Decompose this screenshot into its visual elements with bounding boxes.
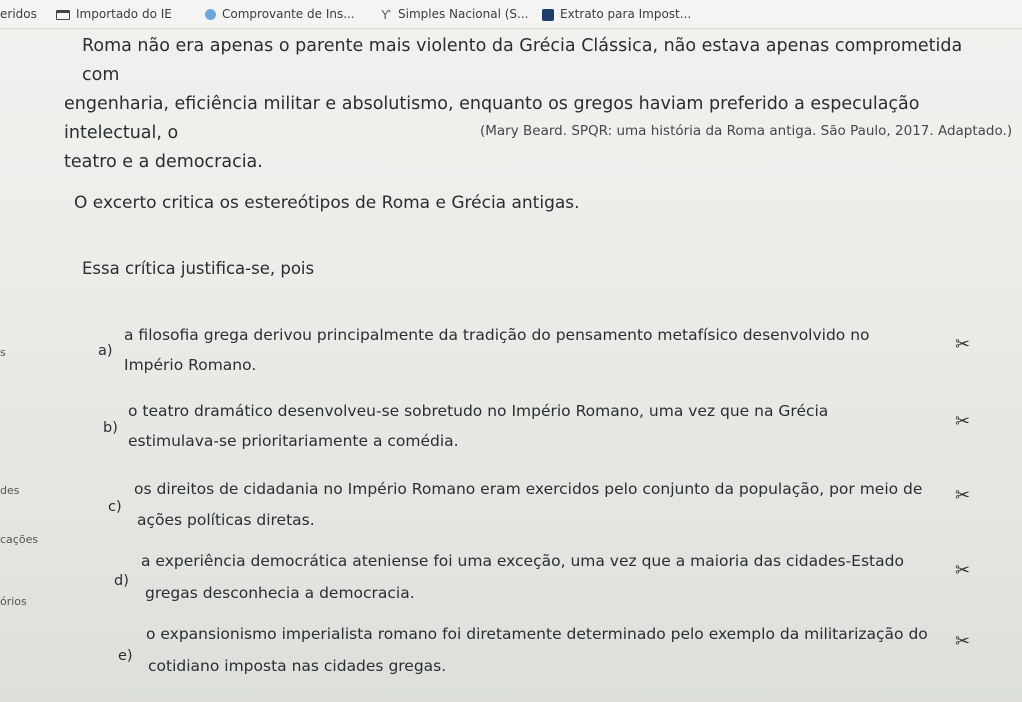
bookmark-label: Simples Nacional (S... <box>398 7 529 21</box>
option-text-line: a experiência democrática ateniense foi … <box>141 552 904 570</box>
answer-option-a[interactable]: a) a filosofia grega derivou principalme… <box>98 320 978 382</box>
fork-icon: Ƴ <box>381 7 391 22</box>
eliminate-option-d-scissors-icon[interactable]: ✂ <box>955 560 970 581</box>
option-letter: e) <box>118 648 133 664</box>
passage-line: teatro e a democracia. <box>64 152 263 172</box>
option-text-line: o teatro dramático desenvolveu-se sobret… <box>128 402 829 420</box>
bookmark-icon <box>542 8 554 21</box>
bookmark-label: Comprovante de Ins... <box>222 7 355 21</box>
bookmark-extrato[interactable]: Extrato para Impost... <box>542 5 712 23</box>
sidebar-fragment: cações <box>0 533 39 546</box>
eliminate-option-c-scissors-icon[interactable]: ✂ <box>955 485 970 506</box>
option-text-line: Império Romano. <box>124 356 257 374</box>
folder-icon <box>56 9 70 20</box>
option-text-line: cotidiano imposta nas cidades gregas. <box>148 657 447 675</box>
eliminate-option-e-scissors-icon[interactable]: ✂ <box>955 631 970 652</box>
answer-option-b[interactable]: b) o teatro dramático desenvolveu-se sob… <box>103 396 963 458</box>
option-letter: a) <box>98 343 113 359</box>
sidebar-fragment: des <box>0 484 20 497</box>
bookmark-folder-importado-ie[interactable]: Importado do IE <box>56 5 172 23</box>
question-statement: O excerto critica os estereótipos de Rom… <box>74 193 580 213</box>
question-prompt: Essa crítica justifica-se, pois <box>82 259 315 278</box>
option-text-line: ações políticas diretas. <box>137 511 315 529</box>
passage-line: Roma não era apenas o parente mais viole… <box>82 36 963 85</box>
eliminate-option-b-scissors-icon[interactable]: ✂ <box>955 411 970 432</box>
option-letter: b) <box>103 420 118 436</box>
bookmark-label: Extrato para Impost... <box>560 7 692 21</box>
eliminate-option-a-scissors-icon[interactable]: ✂ <box>955 334 970 355</box>
option-text-line: a filosofia grega derivou principalmente… <box>124 326 870 344</box>
option-text-line: os direitos de cidadania no Império Roma… <box>134 480 923 498</box>
bookmark-item-favoritos[interactable]: eridos <box>0 5 37 23</box>
answer-option-e[interactable]: e) o expansionismo imperialista romano f… <box>118 619 948 681</box>
bookmark-comprovante[interactable]: Comprovante de Ins... <box>205 5 355 23</box>
bookmark-simples-nacional[interactable]: Ƴ Simples Nacional (S... <box>380 5 529 23</box>
sidebar-fragment: órios <box>0 595 27 608</box>
passage-citation: (Mary Beard. SPQR: uma história da Roma … <box>480 123 1013 139</box>
bookmark-label: eridos <box>0 7 37 21</box>
option-letter: d) <box>114 573 129 589</box>
source-passage: Roma não era apenas o parente mais viole… <box>64 32 964 177</box>
bookmarks-bar: eridos Importado do IE Comprovante de In… <box>0 0 1022 29</box>
answer-option-c[interactable]: c) os direitos de cidadania no Império R… <box>108 474 948 536</box>
globe-icon <box>205 9 216 20</box>
passage-line: engenharia, eficiência militar e absolut… <box>64 94 920 143</box>
answer-option-d[interactable]: d) a experiência democrática ateniense f… <box>114 546 914 608</box>
option-text-line: o expansionismo imperialista romano foi … <box>146 625 928 643</box>
bookmark-label: Importado do IE <box>76 7 172 21</box>
option-letter: c) <box>108 499 122 515</box>
option-text-line: gregas desconhecia a democracia. <box>145 584 415 602</box>
option-text-line: estimulava-se prioritariamente a comédia… <box>128 432 459 450</box>
sidebar-fragment: s <box>0 346 6 359</box>
